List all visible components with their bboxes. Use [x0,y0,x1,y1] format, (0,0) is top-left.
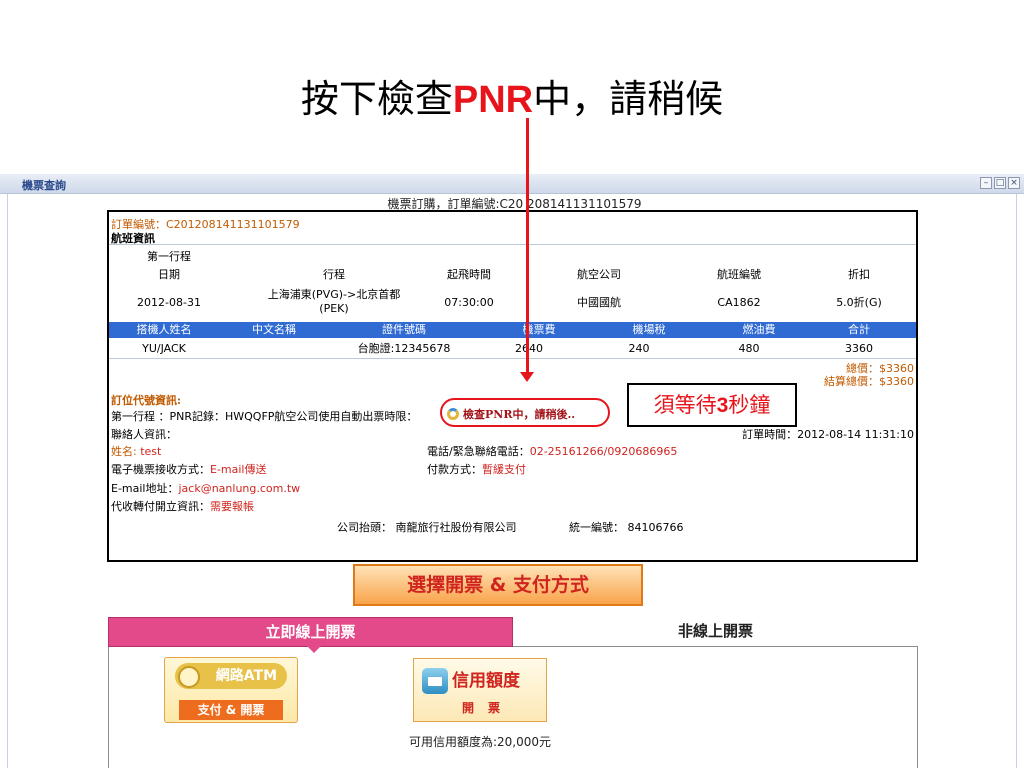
total-price: 總價：$3360 [846,362,914,375]
pax-total: 3360 [845,342,873,355]
ticketing-tabs: 立即線上開票 非線上開票 [108,617,918,653]
checking-text: 檢查PNR中，請稍後.. [463,408,576,421]
col-flight-no: 航班編號 [717,268,761,281]
pax-tax: 240 [628,342,650,355]
payment-method: 付款方式：暫緩支付 [427,461,526,477]
order-number-value: C201208141131101579 [166,218,300,231]
col-date: 日期 [158,268,180,281]
wait-suffix: 秒鐘 [728,393,771,417]
maximize-icon[interactable]: □ [994,177,1006,189]
window-titlebar: 機票查詢 – □ × [0,174,1024,194]
credit-limit-note: 可用信用額度為:20,000元 [408,735,552,749]
credit-action: 開票 [461,701,514,715]
receipt-info: 代收轉付開立資訊：需要報帳 [111,498,254,514]
credit-ticket-button[interactable]: 信用額度 開票 [413,658,547,722]
panel-title: 機票訂購，訂單編號:C20 208141131101579 [387,197,642,211]
col-depart-time: 起飛時間 [447,268,491,281]
flight-route-line1: 上海浦東(PVG)->北京首都 [267,288,401,301]
contact-section-heading: 聯絡人資訊： [111,428,177,441]
atm-action: 支付 & 開票 [179,700,283,720]
trip-label: 第一行程 [147,250,191,263]
close-icon[interactable]: × [1008,177,1020,189]
atm-top-text: 網路ATM [215,668,277,684]
col-pax-name: 搭機人姓名 [136,323,192,336]
pnr-section-heading: 訂位代號資訊: [111,394,182,407]
payment-label: 付款方式： [427,463,482,476]
title-prefix: 按下檢查 [300,77,453,121]
col-airline: 航空公司 [577,268,621,281]
settle-price: 結算總價：$3360 [824,375,914,388]
passenger-table-header: 搭機人姓名 中文名稱 證件號碼 機票費 機場稅 燃油費 合計 [109,322,916,338]
company-title: 公司抬頭： 南龍旅行社股份有限公司 [337,521,517,534]
window-title: 機票查詢 [22,179,66,192]
wait-seconds: 3 [716,394,729,417]
title-suffix: 中，請稍候 [533,77,724,121]
flight-discount: 5.0折(G) [836,296,882,309]
flight-number: CA1862 [717,296,761,309]
minimize-icon[interactable]: – [980,177,992,189]
flight-time: 07:30:00 [444,296,494,309]
pnr-line: 第一行程 ：PNR記錄：HWQQFP航空公司使用自動出票時限： [111,410,418,423]
wait-prefix: 須等待 [653,393,717,417]
receipt-label: 代收轉付開立資訊： [111,500,210,513]
divider [109,358,916,359]
annotation-arrow [526,118,529,378]
col-chinese-name: 中文名稱 [252,323,296,336]
col-discount: 折扣 [848,268,870,281]
col-route: 行程 [323,268,345,281]
flight-route: 上海浦東(PVG)->北京首都 (PEK) [239,288,429,316]
phone-label: 電話/緊急聯絡電話： [427,445,530,458]
receipt-value: 需要報帳 [210,500,254,513]
payment-value: 暫緩支付 [482,463,526,476]
window-controls: – □ × [980,177,1020,189]
atm-pay-button[interactable]: 網路ATM 支付 & 開票 [164,657,298,723]
pax-doc: 台胞證:12345678 [357,342,451,355]
flight-route-line2: (PEK) [319,302,349,315]
eticket-value: E-mail傳送 [210,463,267,476]
name-label: 姓名: [111,445,137,458]
phone-value: 02-25161266/0920686965 [529,445,678,458]
col-doc-number: 證件號碼 [382,323,426,336]
wait-note: 須等待3秒鐘 [627,383,797,427]
pax-name: YU/JACK [142,342,186,355]
eticket-method: 電子機票接收方式：E-mail傳送 [111,461,267,477]
title-pnr: PNR [452,79,534,121]
col-total: 合計 [848,323,870,336]
tax-id: 統一編號： 84106766 [569,521,684,534]
divider [109,244,916,245]
email-address: E-mail地址：jack@nanlung.com.tw [111,480,300,496]
choose-ticketing-button[interactable]: 選擇開票 & 支付方式 [353,564,643,606]
email-value: jack@nanlung.com.tw [178,482,301,495]
coin-icon [178,666,200,688]
tab-online-ticketing[interactable]: 立即線上開票 [108,617,513,653]
col-airport-tax: 機場稅 [632,323,666,336]
checking-pnr-status: 檢查PNR中，請稍後.. [447,406,575,422]
name-value: test [140,445,162,458]
order-time: 訂單時間：2012-08-14 11:31:10 [742,428,914,441]
tab-offline-ticketing[interactable]: 非線上開票 [513,617,918,647]
pax-fare: 2640 [515,342,543,355]
col-fuel: 燃油費 [742,323,776,336]
arrow-head-icon [520,372,534,382]
contact-name: 姓名: test [111,443,161,459]
slide-title: 按下檢查PNR中，請稍候 [0,76,1024,123]
credit-label: 信用額度 [452,671,520,691]
contact-phone: 電話/緊急聯絡電話：02-25161266/0920686965 [427,443,677,459]
col-ticket-fare: 機票費 [522,323,556,336]
flight-airline: 中國國航 [577,296,621,309]
eticket-label: 電子機票接收方式： [111,463,210,476]
pax-fuel: 480 [738,342,760,355]
flight-date: 2012-08-31 [137,296,201,309]
credit-card-icon [422,668,448,694]
loading-spinner-icon [447,408,459,420]
atm-label: 網路ATM [175,663,287,689]
email-label: E-mail地址： [111,482,179,495]
